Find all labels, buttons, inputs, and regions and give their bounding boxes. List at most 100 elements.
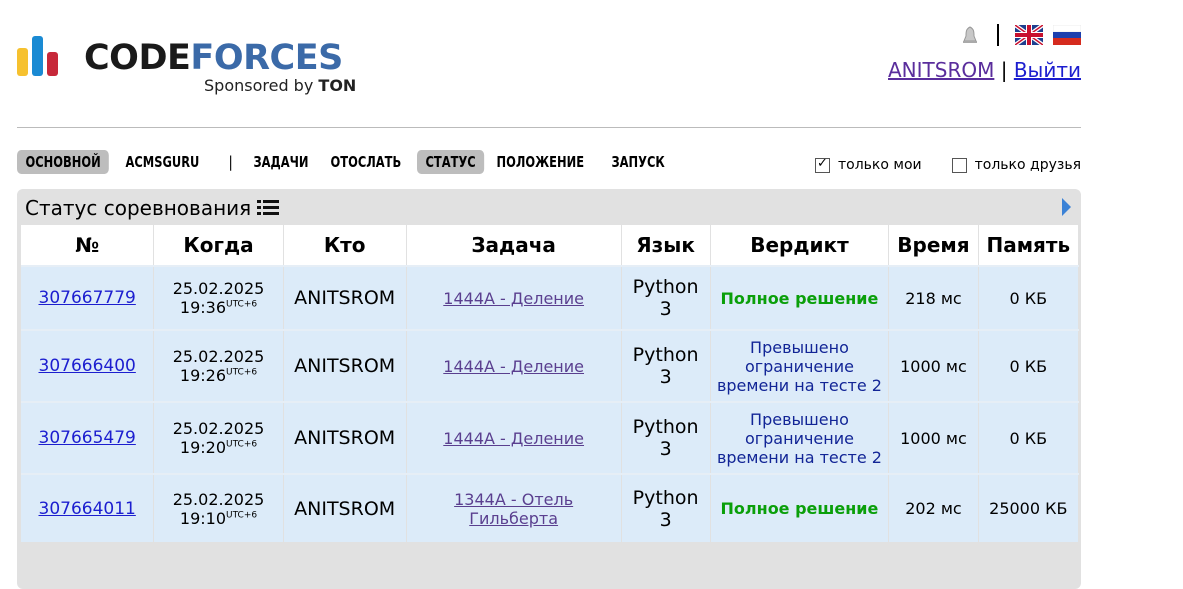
author-cell: ANITSROM [283, 473, 407, 542]
language-version: 3 [659, 438, 672, 460]
table-row: 307665479 25.02.2025 19:20UTC+6 ANITSROM 144… [21, 401, 1080, 474]
when-cell: 25.02.2025 19:10UTC+6 [153, 473, 284, 542]
menu-item-acmsguru[interactable]: ACMSGURU [117, 150, 208, 174]
col-problem: Задача [406, 225, 622, 266]
problem-cell: 1344A - Отель Гильберта [406, 473, 622, 542]
only-friends-checkbox[interactable] [951, 157, 967, 173]
language-name: Python [632, 276, 699, 298]
language-name: Python [632, 416, 699, 438]
status-title: Статус соревнования [25, 196, 280, 220]
only-mine-checkbox[interactable] [815, 156, 830, 173]
header-divider [997, 24, 999, 46]
only-friends-label: только друзья [974, 157, 1081, 173]
username-link[interactable]: ANITSROM [888, 58, 994, 82]
submission-id-cell: 307664011 [21, 473, 155, 542]
timezone: UTC+6 [226, 510, 258, 521]
menu-item-standings[interactable]: ПОЛОЖЕНИЕ [488, 150, 593, 174]
status-table: № Когда Кто Задача Язык Вердикт Время Па… [21, 225, 1080, 542]
author-cell: ANITSROM [283, 401, 407, 474]
codeforces-logo[interactable]: CODEFORCES Sponsored by TON [17, 34, 377, 98]
when-cell: 25.02.2025 19:26UTC+6 [153, 329, 284, 402]
problem-link[interactable]: 1444A - Деление [443, 357, 584, 376]
header-divider-line [17, 127, 1081, 128]
language-version: 3 [659, 508, 672, 531]
author-cell: ANITSROM [283, 265, 407, 330]
filter-only-mine[interactable]: только мои [815, 156, 922, 173]
submit-time: 19:36 [179, 298, 226, 317]
when-cell: 25.02.2025 19:36UTC+6 [153, 265, 284, 330]
col-language: Язык [621, 225, 711, 266]
when-cell: 25.02.2025 19:20UTC+6 [153, 401, 284, 474]
verdict-cell[interactable]: Полное решение [710, 265, 890, 330]
russian-flag-icon[interactable] [1053, 25, 1081, 45]
filter-only-friends[interactable]: только друзья [951, 157, 1081, 173]
status-title-text: Статус соревнования [25, 196, 252, 220]
menu-item-status[interactable]: СТАТУС [416, 150, 485, 174]
col-time: Время [888, 225, 979, 266]
table-row: 307664011 25.02.2025 19:10UTC+6 ANITSROM 134… [21, 473, 1080, 542]
timezone: UTC+6 [226, 439, 258, 450]
language-version: 3 [659, 366, 672, 388]
problem-link[interactable]: 1444A - Деление [443, 429, 584, 448]
language-cell: Python 3 [621, 265, 711, 330]
col-memory: Память [978, 225, 1080, 266]
menu-item-problems[interactable]: ЗАДАЧИ [245, 150, 317, 174]
table-header-row: № Когда Кто Задача Язык Вердикт Время Па… [21, 225, 1080, 266]
submit-date: 25.02.2025 [172, 347, 265, 366]
problem-link[interactable]: 1444A - Деление [443, 289, 584, 308]
only-mine-label: только мои [838, 157, 922, 173]
submit-date: 25.02.2025 [172, 279, 265, 298]
language-cell: Python 3 [621, 329, 711, 402]
memory-cell: 0 КБ [978, 265, 1080, 330]
memory-cell: 0 КБ [978, 401, 1080, 474]
problem-cell: 1444A - Деление [406, 401, 622, 474]
submit-time: 19:10 [179, 508, 226, 528]
timezone: UTC+6 [226, 299, 258, 310]
logo-wordmark: CODEFORCES [84, 38, 343, 78]
timezone: UTC+6 [226, 367, 258, 378]
logo-bars-icon [17, 34, 69, 76]
col-verdict: Вердикт [710, 225, 890, 266]
menu-separator: | [228, 153, 233, 171]
menu-item-custom-invocation[interactable]: ЗАПУСК [603, 150, 673, 174]
submission-id-cell: 307665479 [21, 401, 155, 474]
contest-status-box: Статус соревнования № Когда Кто Задача Я… [17, 189, 1081, 589]
verdict-cell[interactable]: Превышено ограничение времени на тесте 2 [710, 329, 890, 402]
submit-time: 19:20 [179, 438, 226, 457]
language-cell: Python 3 [621, 473, 711, 542]
col-id: № [21, 225, 155, 266]
verdict-cell[interactable]: Превышено ограничение времени на тесте 2 [710, 401, 890, 474]
verdict-cell[interactable]: Полное решение [710, 473, 890, 542]
sponsor-line: Sponsored by TON [204, 76, 357, 95]
problem-cell: 1444A - Деление [406, 265, 622, 330]
runtime-cell: 218 мс [888, 265, 979, 330]
submission-id-link[interactable]: 307667779 [39, 288, 136, 308]
menu-item-submit[interactable]: ОТОСЛАТЬ [322, 150, 410, 174]
submission-id-cell: 307666400 [21, 329, 155, 402]
memory-cell: 25000 КБ [978, 473, 1080, 542]
table-row: 307667779 25.02.2025 19:36UTC+6 ANITSROM 144… [21, 265, 1080, 330]
runtime-cell: 202 мс [888, 473, 979, 542]
list-icon [257, 200, 280, 215]
col-when: Когда [153, 225, 284, 266]
submission-id-link[interactable]: 307664011 [39, 499, 136, 519]
english-flag-icon[interactable] [1015, 25, 1043, 45]
submission-id-link[interactable]: 307665479 [39, 428, 136, 448]
logout-link[interactable]: Выйти [1014, 58, 1081, 82]
submission-id-link[interactable]: 307666400 [39, 356, 136, 376]
language-cell: Python 3 [621, 401, 711, 474]
language-version: 3 [659, 298, 672, 320]
table-row: 307666400 25.02.2025 19:26UTC+6 ANITSROM 144… [21, 329, 1080, 402]
problem-cell: 1444A - Деление [406, 329, 622, 402]
memory-cell: 0 КБ [978, 329, 1080, 402]
user-separator: | [1000, 58, 1008, 82]
menu-item-main[interactable]: ОСНОВНОЙ [17, 150, 110, 174]
runtime-cell: 1000 мс [888, 329, 979, 402]
status-filters: только мои только друзья [815, 156, 1081, 173]
main-menu: ОСНОВНОЙ ACMSGURU | ЗАДАЧИ ОТОСЛАТЬ СТАТ… [17, 150, 678, 174]
expand-arrow-icon[interactable] [1062, 198, 1071, 216]
submission-id-cell: 307667779 [21, 265, 155, 330]
submit-time: 19:26 [179, 366, 226, 385]
bell-icon[interactable] [959, 24, 981, 46]
problem-link[interactable]: 1344A - Отель Гильберта [454, 490, 573, 528]
